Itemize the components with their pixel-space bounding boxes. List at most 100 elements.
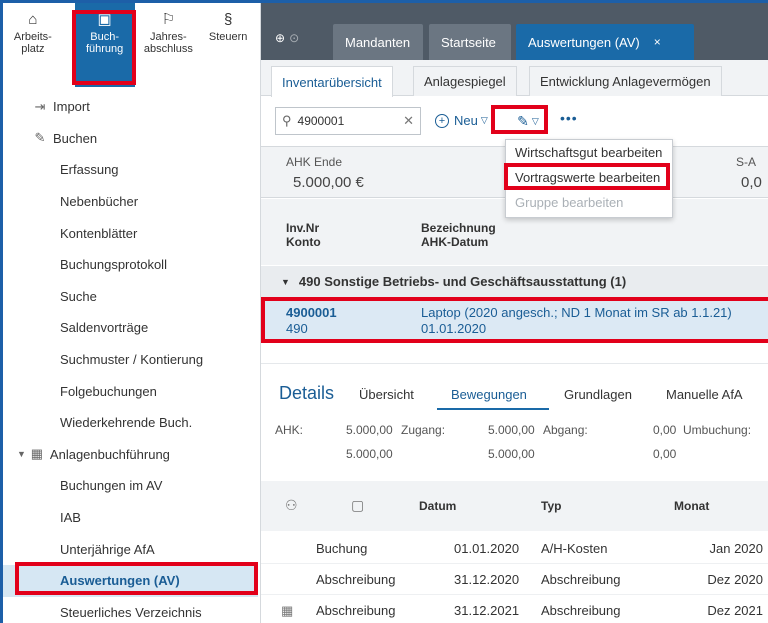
highlight-box: [504, 163, 670, 190]
tab-mandanten[interactable]: Mandanten: [333, 24, 423, 60]
column-header-typ[interactable]: Typ: [541, 499, 561, 513]
sidebar-item[interactable]: ▼ ▦ Anlagenbuchführung: [3, 439, 258, 471]
hierarchy-icon[interactable]: ⚇: [285, 497, 298, 514]
sidebar-item[interactable]: Buchungen im AV: [3, 470, 258, 502]
sidebar-item[interactable]: Kontenblätter: [3, 217, 258, 249]
table-cell: Jan 2020: [709, 541, 764, 556]
search-input[interactable]: ⚲ 4900001 ✕: [275, 107, 421, 135]
tab-auswertungen[interactable]: Auswertungen (AV) ×: [516, 24, 694, 60]
table-cell: Abschreibung: [316, 603, 396, 618]
sidebar-item-label: Unterjährige AfA: [60, 541, 155, 557]
subtab-inventaruebersicht[interactable]: Inventarübersicht: [271, 66, 393, 97]
search-value: 4900001: [297, 114, 345, 128]
forward-icon[interactable]: ⊙: [289, 31, 303, 45]
stat-label: AHK:: [275, 423, 304, 437]
nav-jahresabschluss[interactable]: ⚐ Jahres-abschluss: [139, 3, 199, 87]
sidebar-item[interactable]: Wiederkehrende Buch.: [3, 407, 258, 439]
stat-value: 5.000,00: [488, 447, 535, 461]
chevron-down-icon: ▽: [480, 115, 488, 125]
sidebar-item-label: Buchungsprotokoll: [60, 257, 167, 273]
clear-icon[interactable]: ✕: [403, 113, 414, 129]
new-label: Neu: [454, 113, 478, 128]
menu-item-wirtschaftsgut[interactable]: Wirtschaftsgut bearbeiten: [506, 140, 672, 165]
sidebar-icon: ⇥: [34, 98, 46, 114]
highlight-box: [491, 105, 548, 134]
stat-value: 5.000,00: [346, 423, 393, 437]
history-nav[interactable]: ⊕⊙: [275, 31, 303, 45]
home-icon: ⌂: [28, 11, 38, 28]
new-button[interactable]: + Neu ▽: [435, 113, 488, 128]
sidebar-item[interactable]: ✎ Buchen: [3, 123, 258, 155]
sidebar-item[interactable]: Buchungsprotokoll: [3, 249, 258, 281]
sidebar-list: ⇥ Import ✎ Buchen Erfassung Nebenbücher Konten…: [3, 91, 258, 623]
details-tabs: Details Übersicht Bewegungen Grundlagen …: [261, 383, 768, 413]
plus-icon: +: [435, 113, 449, 128]
more-button[interactable]: •••: [560, 110, 578, 126]
sidebar-item[interactable]: Unterjährige AfA: [3, 533, 258, 565]
ahk-value: 5.000,00 €: [293, 174, 364, 191]
tab-manuelle-afa[interactable]: Manuelle AfA: [666, 387, 743, 402]
tab-startseite[interactable]: Startseite: [429, 24, 511, 60]
sidebar-item[interactable]: Folgebuchungen: [3, 375, 258, 407]
sidebar-item-label: Folgebuchungen: [60, 383, 157, 399]
sidebar-item[interactable]: Suche: [3, 281, 258, 313]
tab-label: Mandanten: [345, 34, 411, 50]
tab-bewegungen[interactable]: Bewegungen: [451, 387, 527, 402]
movements-table-header: ⚇ ▢ Datum Typ Monat: [261, 481, 768, 531]
group-label: 490 Sonstige Betriebs- und Geschäftsauss…: [298, 274, 627, 289]
table-cell: Dez 2021: [707, 603, 763, 618]
close-icon[interactable]: ×: [654, 35, 661, 49]
tab-bar: ⊕⊙ Mandanten Startseite Auswertungen (AV…: [261, 3, 768, 60]
column-header-monat[interactable]: Monat: [674, 499, 709, 513]
caret-down-icon[interactable]: ▼: [17, 449, 26, 459]
tab-grundlagen[interactable]: Grundlagen: [564, 387, 632, 402]
table-row[interactable]: Abschreibung 31.12.2020 Abschreibung Dez 20…: [261, 564, 768, 595]
table-row[interactable]: Buchung 01.01.2020 A/H-Kosten Jan 2020: [261, 533, 768, 564]
subtab-entwicklung[interactable]: Entwicklung Anlagevermögen: [529, 66, 722, 96]
flag-icon: ⚐: [161, 11, 176, 28]
sa-value: 0,0: [741, 174, 762, 191]
nav-arbeitsplatz[interactable]: ⌂ Arbeits-platz: [3, 3, 63, 87]
table-cell: Abschreibung: [316, 572, 396, 587]
highlight-box: [261, 297, 768, 343]
table-row[interactable]: ▦ Abschreibung 31.12.2021 Abschreibung Dez 2…: [261, 595, 768, 623]
sidebar-item-label: Wiederkehrende Buch.: [60, 415, 193, 431]
active-tab-underline: [437, 408, 549, 410]
sidebar-item[interactable]: ⇥ Import: [3, 91, 258, 123]
movement-stats: AHK: 5.000,00 Zugang: 5.000,00 Abgang: 0…: [261, 421, 768, 463]
column-header-bezeichnung[interactable]: Bezeichnung AHK-Datum: [421, 221, 496, 249]
sidebar-item-label: Kontenblätter: [60, 225, 138, 241]
sidebar-item[interactable]: IAB: [3, 502, 258, 534]
nav-label: Jahres-abschluss: [143, 31, 193, 55]
table-cell: 31.12.2020: [454, 572, 520, 587]
sidebar-item-label: Erfassung: [60, 162, 119, 178]
sidebar-item-label: Nebenbücher: [60, 194, 139, 210]
subtab-anlagespiegel[interactable]: Anlagespiegel: [413, 66, 517, 96]
group-row[interactable]: ▼ 490 Sonstige Betriebs- und Geschäftsau…: [261, 266, 768, 297]
ahk-label: AHK Ende: [286, 155, 343, 169]
sidebar-item-label: IAB: [60, 510, 81, 526]
back-icon[interactable]: ⊕: [275, 31, 289, 45]
stat-label: Zugang:: [401, 423, 446, 437]
details-title: Details: [279, 383, 335, 403]
sa-label: S-A: [736, 155, 757, 169]
nav-steuern[interactable]: § Steuern: [198, 3, 258, 87]
document-icon[interactable]: ▢: [351, 497, 364, 514]
stat-value: 5.000,00: [346, 447, 393, 461]
sidebar-item[interactable]: Steuerliches Verzeichnis: [3, 597, 258, 623]
caret-down-icon[interactable]: ▼: [281, 277, 290, 287]
nav-label: Arbeits-platz: [13, 31, 52, 55]
table-cell: Buchung: [316, 541, 368, 556]
tab-uebersicht[interactable]: Übersicht: [359, 387, 414, 402]
table-cell: 31.12.2021: [454, 603, 520, 618]
sidebar-item[interactable]: Erfassung: [3, 154, 258, 186]
sidebar-item[interactable]: Nebenbücher: [3, 186, 258, 218]
sidebar-icon: ✎: [34, 130, 46, 146]
column-header-invnr[interactable]: Inv.Nr Konto: [286, 221, 321, 249]
sidebar-item-label: Saldenvorträge: [60, 320, 149, 336]
sidebar-item-label: Buchen: [53, 130, 98, 146]
sidebar-item[interactable]: Suchmuster / Kontierung: [3, 344, 258, 376]
column-header-datum[interactable]: Datum: [419, 499, 456, 513]
sidebar-item[interactable]: Saldenvorträge: [3, 312, 258, 344]
stat-value: 5.000,00: [488, 423, 535, 437]
